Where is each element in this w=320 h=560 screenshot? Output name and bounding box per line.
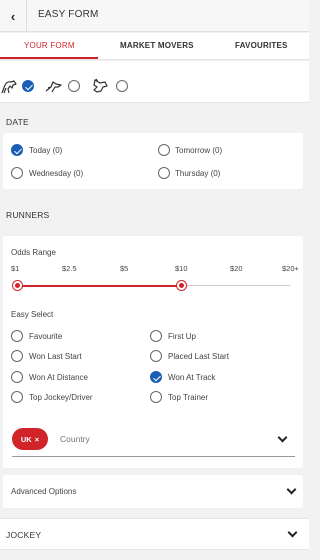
greyhound-icon[interactable] (91, 78, 109, 94)
race-type-selector (0, 61, 309, 103)
active-tab-indicator (0, 57, 98, 59)
horse-icon[interactable] (1, 78, 19, 94)
tab-bar: YOUR FORM MARKET MOVERS FAVOURITES (0, 33, 309, 60)
date-tomorrow-label: Tomorrow (0) (175, 146, 223, 155)
date-wednesday-label: Wednesday (0) (29, 169, 84, 178)
jockey-section[interactable]: JOCKEY (0, 518, 309, 550)
date-today-radio[interactable] (11, 144, 23, 156)
advanced-options-label: Advanced Options (11, 487, 77, 496)
chevron-left-icon: ‹ (10, 8, 16, 24)
won-at-distance-radio[interactable] (11, 371, 23, 383)
odds-tick: $20+ (282, 264, 299, 273)
won-last-start-label: Won Last Start (29, 352, 82, 361)
jockey-section-label: JOCKEY (6, 530, 42, 540)
advanced-options-row[interactable]: Advanced Options (3, 475, 303, 508)
country-chip-uk[interactable]: UK × (12, 428, 48, 450)
page-title: EASY FORM (38, 9, 99, 20)
country-chip-label: UK (20, 434, 32, 444)
date-thursday-label: Thursday (0) (175, 169, 221, 178)
placed-last-start-radio[interactable] (150, 350, 162, 362)
odds-tick: $10 (175, 264, 188, 273)
first-up-label: First Up (168, 332, 196, 341)
placed-last-start-label: Placed Last Start (168, 352, 229, 361)
odds-range-label: Odds Range (11, 248, 56, 257)
tab-market-movers[interactable]: MARKET MOVERS (120, 41, 194, 50)
race-type-harness-radio[interactable] (68, 80, 80, 92)
favourite-radio[interactable] (11, 330, 23, 342)
odds-slider-max-handle[interactable] (177, 281, 186, 290)
back-button[interactable]: ‹ (0, 0, 27, 32)
country-underline (12, 456, 295, 457)
top-jockey-driver-radio[interactable] (11, 391, 23, 403)
odds-tick: $2.5 (62, 264, 77, 273)
runners-section-label: RUNNERS (6, 210, 50, 220)
odds-tick: $5 (120, 264, 129, 273)
odds-tick: $1 (11, 264, 20, 273)
won-at-track-label: Won At Track (168, 373, 216, 382)
won-last-start-radio[interactable] (11, 350, 23, 362)
favourite-label: Favourite (29, 332, 63, 341)
first-up-radio[interactable] (150, 330, 162, 342)
country-input[interactable] (60, 434, 260, 444)
header-bar: ‹ EASY FORM (0, 0, 309, 32)
odds-tick: $20 (230, 264, 243, 273)
date-card (3, 133, 303, 189)
odds-slider-min-handle[interactable] (13, 281, 22, 290)
chevron-down-icon (287, 527, 298, 538)
date-tomorrow-radio[interactable] (158, 144, 170, 156)
odds-slider-range (17, 284, 181, 287)
won-at-distance-label: Won At Distance (29, 373, 88, 382)
close-icon[interactable]: × (35, 435, 39, 444)
tab-your-form[interactable]: YOUR FORM (24, 41, 75, 50)
chevron-down-icon (286, 484, 297, 495)
won-at-track-radio[interactable] (150, 371, 162, 383)
date-thursday-radio[interactable] (158, 167, 170, 179)
race-type-greyhound-radio[interactable] (116, 80, 128, 92)
race-type-horse-radio[interactable] (22, 80, 34, 92)
top-jockey-driver-label: Top Jockey/Driver (29, 393, 93, 402)
easy-select-label: Easy Select (11, 310, 54, 319)
date-section-label: DATE (6, 117, 29, 127)
date-today-label: Today (0) (29, 146, 63, 155)
top-trainer-radio[interactable] (150, 391, 162, 403)
harness-icon[interactable] (45, 78, 63, 94)
top-trainer-label: Top Trainer (168, 393, 209, 402)
date-wednesday-radio[interactable] (11, 167, 23, 179)
tab-favourites[interactable]: FAVOURITES (235, 41, 288, 50)
